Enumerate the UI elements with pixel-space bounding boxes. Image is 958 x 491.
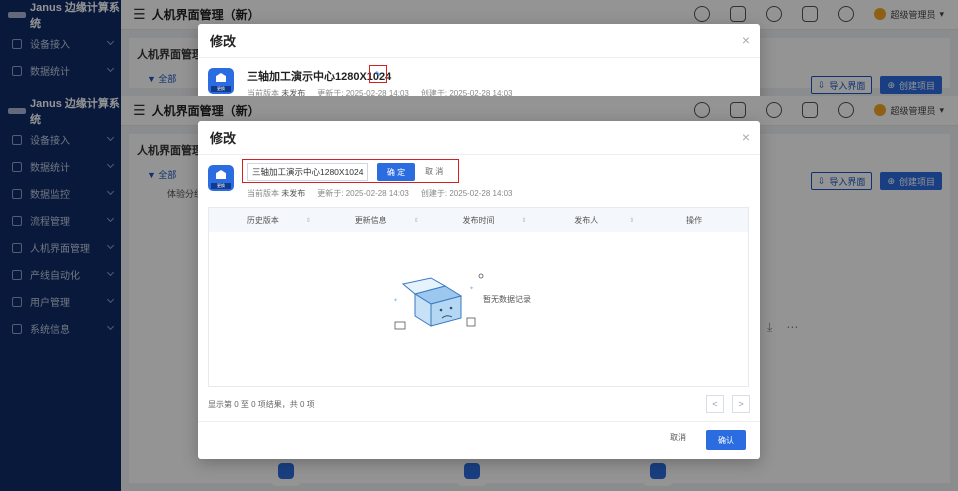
project-icon[interactable]: 更换	[208, 68, 234, 94]
meta-label: 当前版本	[247, 89, 279, 96]
column-label: 操作	[686, 215, 703, 225]
confirm-name-button[interactable]: 确 定	[377, 163, 415, 181]
meta-label: 创建于:	[420, 189, 448, 198]
sort-icon: ⇕	[629, 217, 635, 224]
svg-text:✦: ✦	[393, 297, 398, 304]
meta-value: 2025-02-28 14:03	[345, 189, 409, 198]
empty-state: ✦ ✦ 暂无数据记录	[209, 232, 748, 386]
meta-value: 未发布	[281, 89, 306, 96]
prev-page-button[interactable]: <	[706, 395, 724, 413]
sort-icon: ⇕	[413, 217, 419, 224]
pagination-info: 显示第 0 至 0 项结果，共 0 项	[208, 400, 315, 409]
meta-label: 当前版本	[247, 189, 279, 198]
sort-icon: ⇕	[305, 217, 311, 224]
column-header[interactable]: 发布人 ⇕	[532, 208, 640, 232]
column-label: 更新信息	[354, 215, 387, 225]
column-label: 发布人	[574, 215, 599, 225]
meta-value: 2025-02-28 14:03	[449, 89, 513, 96]
project-name-input[interactable]	[247, 163, 368, 181]
close-icon[interactable]: ×	[742, 32, 750, 48]
name-edit-area: 确 定 取 消	[242, 159, 459, 183]
background-screen-top: Janus 边缘计算系统 设备接入 数据统计 ☰ 人机界面管理（新） 超级管理员…	[0, 0, 958, 96]
close-icon[interactable]: ×	[742, 129, 750, 145]
edit-modal-previous: 修改 × 更换 三轴加工演示中心1280X1024 ✎ 当前版本 未发布 更新于:…	[198, 24, 760, 96]
edit-name-icon[interactable]: ✎	[369, 65, 387, 83]
cancel-button[interactable]: 取消	[670, 432, 686, 443]
meta-value: 未发布	[281, 189, 306, 198]
meta-value: 2025-02-28 14:03	[345, 89, 409, 96]
pagination: < >	[706, 395, 750, 413]
edit-modal: 修改 × 更换 当前版本 未发布 更新于: 2025-02-28 14:03 创建…	[198, 121, 760, 459]
modal-title: 修改	[210, 34, 237, 49]
modal-footer: 取消 确认	[198, 421, 760, 459]
project-icon[interactable]: 更换	[208, 165, 234, 191]
column-header[interactable]: 发布时间 ⇕	[425, 208, 533, 232]
empty-box-icon: ✦ ✦	[393, 273, 484, 330]
modal-title: 修改	[210, 131, 237, 146]
column-label: 历史版本	[246, 215, 279, 225]
change-icon-tag: 更换	[211, 86, 231, 92]
column-header[interactable]: 更新信息 ⇕	[317, 208, 425, 232]
change-icon-tag: 更换	[211, 183, 231, 189]
project-meta: 当前版本 未发布 更新于: 2025-02-28 14:03 创建于: 2025…	[247, 88, 513, 96]
svg-text:✦: ✦	[469, 285, 474, 292]
sort-icon: ⇕	[521, 217, 527, 224]
meta-value: 2025-02-28 14:03	[449, 189, 513, 198]
meta-label: 更新于:	[317, 189, 344, 198]
meta-label: 更新于:	[317, 89, 344, 96]
meta-label: 创建于:	[420, 89, 448, 96]
next-page-button[interactable]: >	[732, 395, 750, 413]
empty-text: 暂无数据记录	[483, 295, 531, 304]
confirm-button[interactable]: 确认	[706, 430, 746, 450]
version-history-table: 历史版本 ⇕ 更新信息 ⇕ 发布时间 ⇕ 发布人 ⇕ 操作 ✦ ✦ 暂无数据记录	[208, 207, 749, 387]
table-header: 历史版本 ⇕ 更新信息 ⇕ 发布时间 ⇕ 发布人 ⇕ 操作	[209, 208, 748, 232]
column-header[interactable]: 历史版本 ⇕	[209, 208, 317, 232]
background-screen: Janus 边缘计算系统 设备接入 数据统计 数据监控 流程管理 人机界面管理 …	[0, 96, 958, 491]
column-header: 操作	[640, 208, 748, 232]
project-meta: 当前版本 未发布 更新于: 2025-02-28 14:03 创建于: 2025…	[247, 188, 513, 199]
column-label: 发布时间	[462, 215, 495, 225]
cancel-name-button[interactable]: 取 消	[425, 166, 443, 177]
